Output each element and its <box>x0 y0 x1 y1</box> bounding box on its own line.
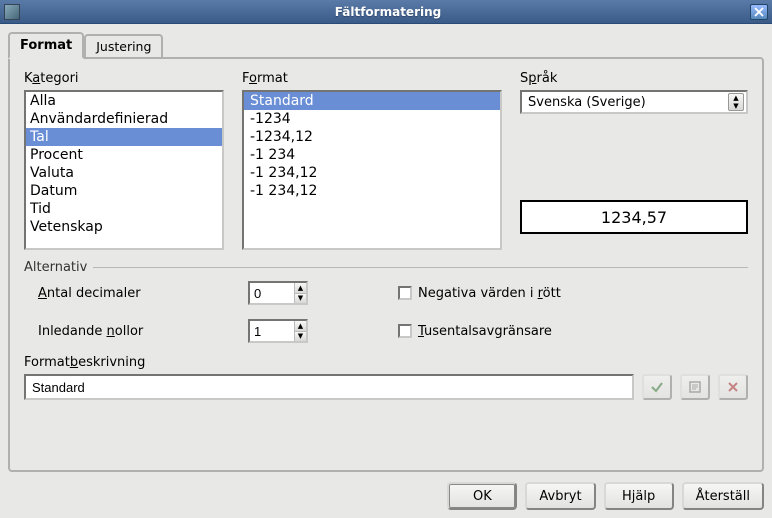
tab-format[interactable]: Format <box>8 32 84 59</box>
cancel-button[interactable]: Avbryt <box>525 482 595 510</box>
tab-label: Format <box>20 38 72 53</box>
button-bar: OK Avbryt Hjälp Återställ <box>8 482 764 510</box>
format-listbox[interactable]: Standard-1234-1234,12-1 234-1 234,12-1 2… <box>242 90 502 250</box>
combo-spinner[interactable]: ▲ ▼ <box>728 93 744 111</box>
leading-zeros-input[interactable] <box>250 321 294 341</box>
list-item[interactable]: Användardefinierad <box>26 110 222 128</box>
list-item[interactable]: Datum <box>26 182 222 200</box>
options-grid: Antal decimaler ▲▼ Negativa värden i röt… <box>24 281 748 343</box>
decimals-input[interactable] <box>250 283 294 303</box>
window-title: Fältformatering <box>26 5 750 19</box>
close-icon <box>754 7 764 17</box>
category-listbox[interactable]: AllaAnvändardefinieradTalProcentValutaDa… <box>24 90 224 250</box>
title-bar: Fältformatering <box>0 0 772 24</box>
chevron-down-icon[interactable]: ▼ <box>729 102 743 110</box>
negative-red-checkbox[interactable]: Negativa värden i rött <box>398 286 748 301</box>
tab-strip: Format Justering <box>8 30 764 57</box>
chevron-up-icon[interactable]: ▲ <box>295 283 306 294</box>
format-label: Format <box>242 71 502 86</box>
language-combo[interactable]: Svenska (Sverige) ▲ ▼ <box>520 90 748 114</box>
checkbox-box <box>398 324 412 338</box>
tab-label: Justering <box>96 39 151 54</box>
preview-value: 1234,57 <box>601 208 667 227</box>
thousand-sep-checkbox[interactable]: Tusentalsavgränsare <box>398 324 748 339</box>
options-frame-label: Alternativ <box>24 260 748 275</box>
preview-box: 1234,57 <box>520 200 748 234</box>
format-code-label: Formatbeskrivning <box>24 355 748 370</box>
list-item[interactable]: -1234,12 <box>244 128 500 146</box>
list-item[interactable]: Standard <box>244 92 500 110</box>
leading-zeros-spinner[interactable]: ▲▼ <box>248 319 308 343</box>
reset-button[interactable]: Återställ <box>682 482 764 510</box>
list-item[interactable]: -1 234,12 <box>244 164 500 182</box>
checkbox-label: Tusentalsavgränsare <box>418 324 552 339</box>
chevron-down-icon[interactable]: ▼ <box>295 332 306 342</box>
x-icon <box>726 380 740 394</box>
list-item[interactable]: Tal <box>26 128 222 146</box>
checkbox-box <box>398 286 412 300</box>
tab-page-format: Kategori AllaAnvändardefinieradTalProcen… <box>8 57 764 472</box>
check-icon <box>650 380 664 394</box>
chevron-down-icon[interactable]: ▼ <box>295 294 306 304</box>
leading-zeros-label: Inledande nollor <box>38 324 248 339</box>
category-column: Kategori AllaAnvändardefinieradTalProcen… <box>24 71 224 250</box>
chevron-up-icon[interactable]: ▲ <box>729 94 743 102</box>
list-item[interactable]: Valuta <box>26 164 222 182</box>
button-label: Avbryt <box>539 489 581 504</box>
format-code-input[interactable] <box>24 374 634 400</box>
button-label: Återställ <box>696 489 750 504</box>
list-item[interactable]: Tid <box>26 200 222 218</box>
window-body: Format Justering Kategori AllaAnvändarde… <box>0 24 772 518</box>
checkbox-label: Negativa värden i rött <box>418 286 561 301</box>
remove-code-button[interactable] <box>718 374 748 400</box>
list-item[interactable]: -1 234,12 <box>244 182 500 200</box>
options-frame: Alternativ Antal decimaler ▲▼ Negativa v… <box>24 260 748 343</box>
tab-justering[interactable]: Justering <box>84 34 163 57</box>
chevron-up-icon[interactable]: ▲ <box>295 321 306 332</box>
ok-button[interactable]: OK <box>447 482 517 510</box>
list-item[interactable]: -1234 <box>244 110 500 128</box>
app-icon <box>4 4 20 20</box>
list-item[interactable]: Vetenskap <box>26 218 222 236</box>
apply-code-button[interactable] <box>642 374 672 400</box>
format-column: Format Standard-1234-1234,12-1 234-1 234… <box>242 71 502 250</box>
list-item[interactable]: Alla <box>26 92 222 110</box>
close-button[interactable] <box>750 4 768 20</box>
language-label: Språk <box>520 71 748 86</box>
top-row: Kategori AllaAnvändardefinieradTalProcen… <box>24 71 748 250</box>
note-icon <box>688 380 702 394</box>
format-code-row <box>24 374 748 400</box>
right-column: Språk Svenska (Sverige) ▲ ▼ 1234,57 <box>520 71 748 234</box>
category-label: Kategori <box>24 71 224 86</box>
help-button[interactable]: Hjälp <box>604 482 674 510</box>
button-label: Hjälp <box>622 489 655 504</box>
decimals-spinner[interactable]: ▲▼ <box>248 281 308 305</box>
language-value: Svenska (Sverige) <box>528 95 728 110</box>
decimals-label: Antal decimaler <box>38 286 248 301</box>
list-item[interactable]: Procent <box>26 146 222 164</box>
list-item[interactable]: -1 234 <box>244 146 500 164</box>
button-label: OK <box>473 489 492 504</box>
note-code-button[interactable] <box>680 374 710 400</box>
